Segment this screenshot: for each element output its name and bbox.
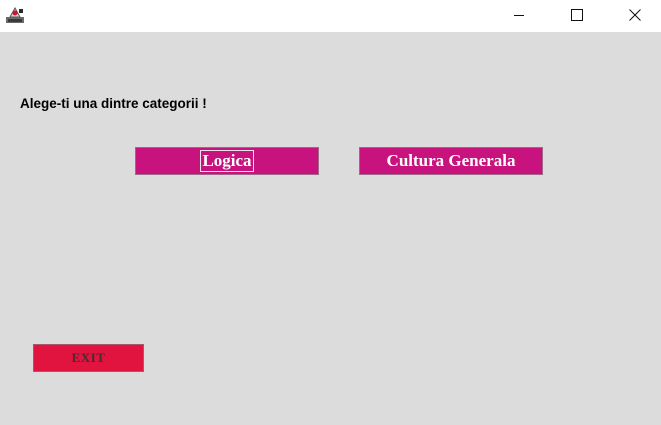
exit-button-label: EXIT bbox=[71, 350, 106, 365]
exit-button[interactable]: EXIT bbox=[33, 344, 144, 372]
logica-button-label: Logica bbox=[200, 150, 254, 172]
window-titlebar bbox=[0, 0, 661, 32]
minimize-button[interactable] bbox=[490, 0, 548, 30]
category-prompt: Alege-ti una dintre categorii ! bbox=[20, 96, 207, 111]
java-cup-icon bbox=[5, 5, 26, 25]
close-button[interactable] bbox=[606, 0, 661, 30]
maximize-icon bbox=[571, 9, 583, 21]
close-icon bbox=[629, 9, 641, 21]
cultura-generala-button-label: Cultura Generala bbox=[386, 151, 516, 170]
cultura-generala-button[interactable]: Cultura Generala bbox=[359, 147, 543, 175]
logica-button[interactable]: Logica bbox=[135, 147, 319, 175]
maximize-button[interactable] bbox=[548, 0, 606, 30]
minimize-icon bbox=[513, 9, 525, 21]
main-panel: Alege-ti una dintre categorii ! Logica C… bbox=[0, 32, 661, 425]
